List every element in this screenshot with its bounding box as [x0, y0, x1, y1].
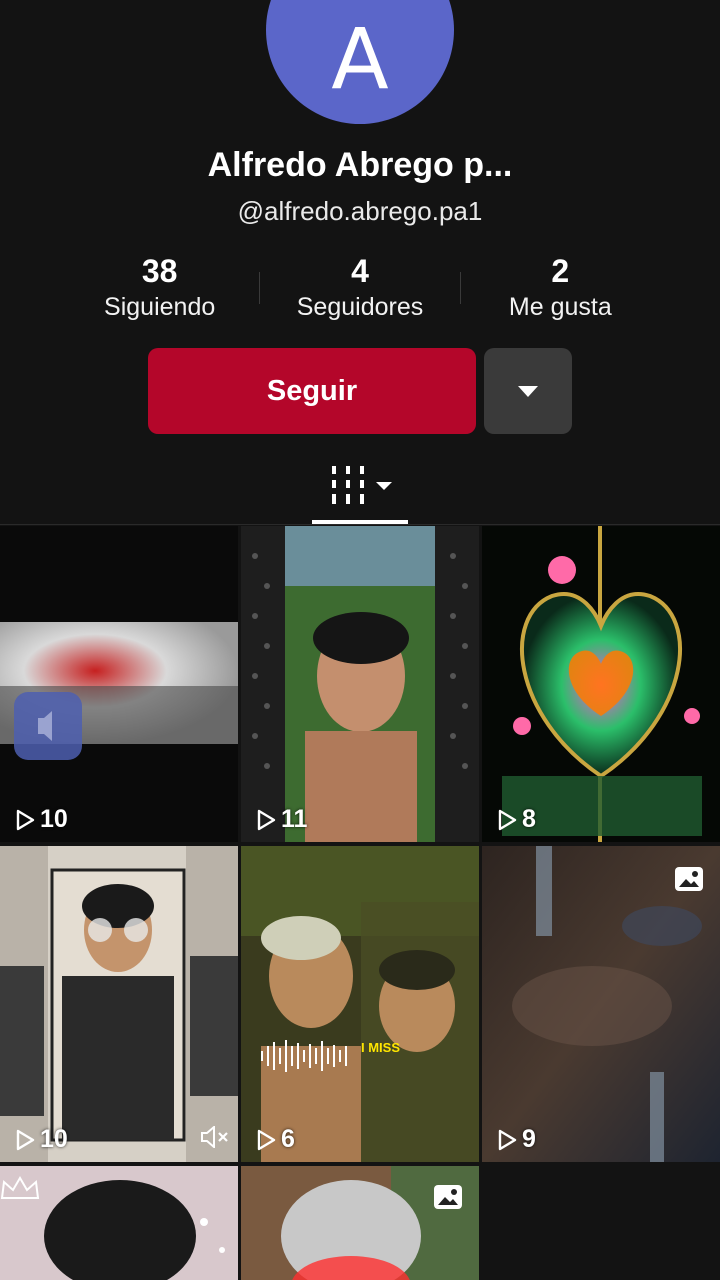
video-tile[interactable]: 11 [241, 526, 479, 842]
profile-name: Alfredo Abrego p... [207, 146, 513, 184]
profile-handle: @alfredo.abrego.pa1 [237, 196, 483, 226]
stat-following-value: 38 [141, 253, 178, 289]
video-thumbnail: I MISS [241, 846, 479, 1162]
view-count: 9 [496, 1125, 536, 1154]
play-icon [257, 809, 276, 830]
stat-followers-value: 4 [351, 253, 369, 289]
view-count-value: 10 [40, 805, 68, 833]
video-tile[interactable]: 9 [482, 846, 720, 1162]
stat-following-label: Siguiendo [104, 293, 216, 321]
video-tile[interactable]: 10 [0, 526, 238, 842]
profile-stats: 38 Siguiendo 4 Seguidores 2 Me gusta [60, 252, 660, 324]
video-tile[interactable] [241, 1166, 479, 1280]
view-count: 8 [496, 805, 536, 834]
photo-icon [434, 1185, 462, 1209]
chevron-down-icon [518, 385, 538, 397]
view-count: 10 [14, 1125, 68, 1154]
video-tile[interactable]: 10 [0, 846, 238, 1162]
stat-followers-label: Seguidores [296, 293, 424, 321]
stat-likes-value: 2 [551, 253, 570, 289]
play-icon [16, 1129, 35, 1150]
view-count: 11 [255, 805, 307, 834]
more-options-button[interactable] [484, 348, 572, 434]
tab-videos[interactable] [312, 458, 408, 524]
video-thumbnail [0, 526, 238, 842]
photo-icon [675, 867, 703, 891]
play-icon [498, 1129, 517, 1150]
grid-icon [332, 466, 392, 504]
video-thumbnail [241, 526, 479, 842]
video-tile[interactable]: I MISS 6 [241, 846, 479, 1162]
play-icon [257, 1129, 276, 1150]
view-count-value: 10 [40, 1125, 68, 1153]
stat-following[interactable]: 38 Siguiendo [60, 252, 259, 324]
video-tile[interactable]: 8 [482, 526, 720, 842]
muted-icon [201, 1126, 228, 1148]
view-count: 6 [255, 1125, 295, 1154]
follow-button[interactable]: Seguir [148, 348, 476, 434]
stat-likes-label: Me gusta [508, 293, 612, 321]
view-count-value: 6 [281, 1125, 295, 1153]
avatar[interactable]: A [266, 0, 454, 124]
svg-text:I MISS: I MISS [361, 1040, 400, 1055]
view-count-value: 11 [281, 805, 308, 833]
video-thumbnail [482, 846, 720, 1162]
video-tile[interactable] [0, 1166, 238, 1280]
view-count-value: 9 [522, 1125, 536, 1153]
view-count-value: 8 [522, 805, 536, 833]
play-icon [498, 809, 517, 830]
view-count: 10 [14, 805, 68, 834]
divider [0, 524, 720, 525]
video-thumbnail [0, 846, 238, 1162]
avatar-letter: A [331, 10, 389, 108]
video-thumbnail [482, 526, 720, 842]
crown-icon [0, 1176, 40, 1199]
stat-likes[interactable]: 2 Me gusta [461, 252, 660, 324]
stat-followers[interactable]: 4 Seguidores [260, 252, 459, 324]
play-icon [16, 809, 35, 830]
